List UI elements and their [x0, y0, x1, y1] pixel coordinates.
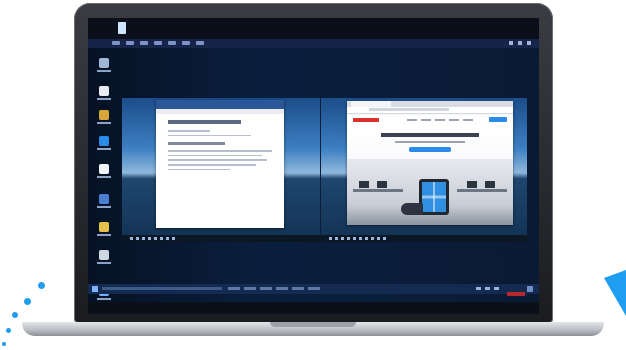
folder-icon[interactable]: [96, 136, 112, 150]
document-ribbon: [156, 100, 284, 109]
display-icon[interactable]: [126, 41, 134, 45]
taskbar-app[interactable]: [244, 287, 256, 290]
recycle-bin-icon[interactable]: [96, 58, 112, 72]
document-window[interactable]: [156, 100, 284, 228]
grid-icon[interactable]: [527, 286, 533, 292]
minimize-icon[interactable]: [509, 41, 513, 45]
lock-icon[interactable]: [196, 41, 204, 45]
pane-taskbar: [122, 235, 320, 242]
decor-dot: [6, 328, 11, 333]
remote-taskbar: [88, 284, 539, 294]
site-nav: [347, 115, 513, 125]
restore-icon[interactable]: [518, 41, 522, 45]
hero-button[interactable]: [409, 147, 451, 152]
file-icon[interactable]: [96, 110, 112, 124]
hero-subtitle: [395, 141, 465, 143]
monitor-pane-left[interactable]: [122, 98, 320, 242]
address-bar[interactable]: [347, 107, 513, 114]
browser-icon[interactable]: [96, 86, 112, 100]
tray-icon[interactable]: [485, 287, 490, 290]
decor-dot: [12, 312, 18, 318]
window-icon[interactable]: [182, 41, 190, 45]
decor-triangle: [604, 270, 626, 316]
browser-window[interactable]: [347, 101, 513, 225]
brand-logo: [507, 292, 525, 296]
app-icon[interactable]: [96, 194, 112, 208]
app-icon[interactable]: [96, 250, 112, 264]
laptop-notch: [270, 322, 356, 327]
tablet-image: [419, 179, 449, 215]
file-icon[interactable]: [118, 22, 126, 34]
nav-cta-button[interactable]: [489, 117, 507, 122]
taskbar-app[interactable]: [260, 287, 272, 290]
tray-icon[interactable]: [476, 287, 481, 290]
monitor-icon[interactable]: [112, 41, 120, 45]
pane-taskbar: [321, 235, 527, 242]
hero-section: [347, 125, 513, 225]
decor-dot: [24, 298, 31, 305]
taskbar-app[interactable]: [308, 287, 320, 290]
close-icon[interactable]: [527, 41, 531, 45]
monitor-pane-right[interactable]: [321, 98, 527, 242]
settings-icon[interactable]: [96, 222, 112, 236]
document-toolbar: [156, 109, 284, 114]
settings-icon[interactable]: [140, 41, 148, 45]
mouse-icon[interactable]: [168, 41, 176, 45]
decor-dot: [2, 342, 6, 346]
taskbar-search[interactable]: [102, 287, 222, 290]
taskbar-app[interactable]: [228, 287, 240, 290]
remote-viewer-toolbar: [88, 39, 539, 48]
laptop-screen: [88, 18, 539, 314]
tray-icon[interactable]: [494, 287, 499, 290]
keyboard-icon[interactable]: [154, 41, 162, 45]
document-icon[interactable]: [96, 164, 112, 178]
hero-title: [381, 133, 479, 137]
taskbar-app[interactable]: [292, 287, 304, 290]
document-page: [168, 120, 272, 173]
hero-image: [347, 159, 513, 225]
site-logo[interactable]: [353, 118, 379, 122]
start-icon[interactable]: [92, 286, 98, 292]
decor-dot: [38, 282, 45, 289]
taskbar-app[interactable]: [276, 287, 288, 290]
